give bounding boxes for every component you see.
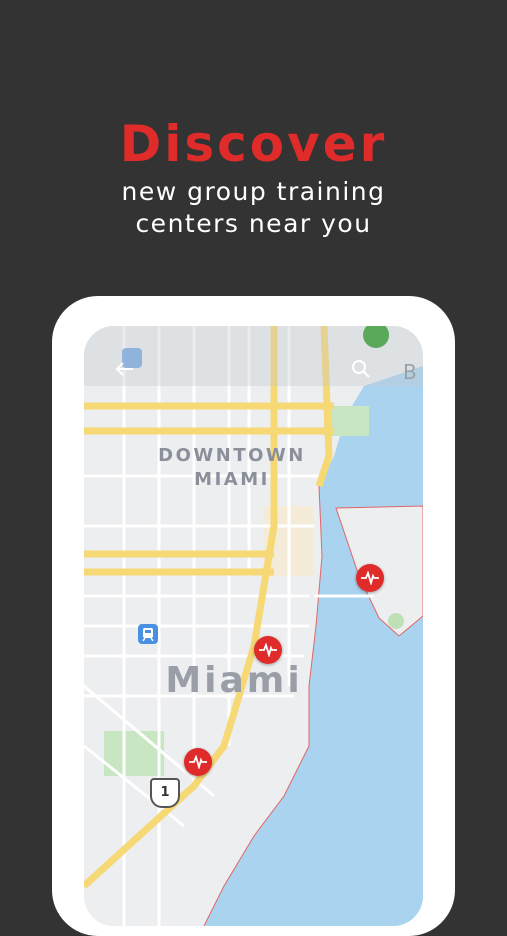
- route-shield: 1: [150, 778, 180, 808]
- search-icon: [352, 360, 370, 378]
- arrow-left-icon: [115, 362, 133, 376]
- training-center-pin-3[interactable]: [184, 748, 212, 776]
- metro-station-icon: [138, 624, 158, 644]
- search-button[interactable]: [348, 356, 374, 382]
- map-label-district-line1: DOWNTOWN: [158, 445, 306, 466]
- map-screen[interactable]: DOWNTOWN MIAMI Miami B 1: [84, 326, 423, 926]
- headline: Discover new group training centers near…: [0, 112, 507, 240]
- training-center-pin-2[interactable]: [254, 636, 282, 664]
- headline-subtitle-line1: new group training: [121, 177, 386, 206]
- heartbeat-icon: [259, 643, 277, 657]
- training-center-pin-1[interactable]: [356, 564, 384, 592]
- map-label-partial: B: [403, 360, 417, 384]
- map-label-district-line2: MIAMI: [194, 469, 270, 490]
- heartbeat-icon: [361, 571, 379, 585]
- headline-subtitle-line2: centers near you: [135, 209, 372, 238]
- map-label-district: DOWNTOWN MIAMI: [142, 444, 322, 492]
- map-label-city: Miami: [165, 660, 303, 701]
- headline-title: Discover: [119, 115, 388, 173]
- heartbeat-icon: [189, 755, 207, 769]
- back-button[interactable]: [112, 356, 142, 382]
- map-canvas[interactable]: [84, 326, 423, 926]
